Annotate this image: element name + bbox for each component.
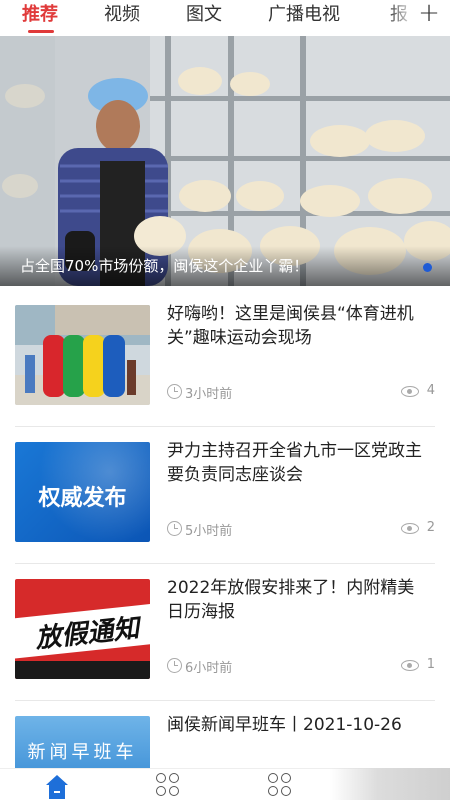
carousel-indicator xyxy=(423,263,432,272)
news-views: 2 xyxy=(426,520,435,535)
eye-icon xyxy=(401,660,419,671)
hero-banner[interactable]: 占全国70%市场份额，闽侯这个企业丫霸！ xyxy=(0,36,450,286)
channel-tab-bar: 推荐 视频 图文 广播电视 报 + xyxy=(0,0,450,34)
clock-icon xyxy=(167,658,182,673)
news-title: 闽侯新闻早班车丨2021-10-26 xyxy=(167,715,402,735)
clock-icon xyxy=(167,384,182,399)
tab-broadcast-tv[interactable]: 广播电视 xyxy=(268,2,340,28)
news-title: 好嗨哟！这里是闽侯县“体育进机关”趣味运动会现场 xyxy=(167,304,414,348)
grid-icon xyxy=(156,773,180,797)
news-views: 1 xyxy=(426,657,435,672)
eye-icon xyxy=(401,386,419,397)
nav-discover[interactable] xyxy=(268,773,296,800)
nav-home[interactable] xyxy=(44,773,72,800)
news-meta: 3小时前 4 xyxy=(167,382,435,402)
active-tab-indicator xyxy=(28,30,54,33)
thumbnail-text: 放假通知 xyxy=(33,613,141,655)
grid-icon xyxy=(268,773,292,797)
news-title: 尹力主持召开全省九市一区党政主要负责同志座谈会 xyxy=(167,441,422,485)
thumbnail-text: 新闻早班车 xyxy=(27,742,138,763)
news-time: 5小时前 xyxy=(185,524,233,539)
add-channel-button[interactable]: + xyxy=(416,0,442,30)
tab-fade xyxy=(386,0,416,34)
news-views: 4 xyxy=(426,383,435,398)
tab-graphic[interactable]: 图文 xyxy=(186,2,222,28)
news-thumbnail xyxy=(15,305,150,405)
news-item[interactable]: 好嗨哟！这里是闽侯县“体育进机关”趣味运动会现场 3小时前 4 xyxy=(15,290,435,427)
clock-icon xyxy=(167,521,182,536)
bottom-corner-overlay xyxy=(330,768,450,800)
news-thumbnail: 权威发布 xyxy=(15,442,150,542)
tab-recommend[interactable]: 推荐 xyxy=(22,2,58,28)
eye-icon xyxy=(401,523,419,534)
tab-video[interactable]: 视频 xyxy=(104,2,140,28)
news-time: 3小时前 xyxy=(185,387,233,402)
news-item[interactable]: 权威发布 尹力主持召开全省九市一区党政主要负责同志座谈会 5小时前 2 xyxy=(15,427,435,564)
news-item[interactable]: 放假通知 2022年放假安排来了！内附精美日历海报 6小时前 1 xyxy=(15,564,435,701)
news-meta: 6小时前 1 xyxy=(167,656,435,676)
news-title: 2022年放假安排来了！内附精美日历海报 xyxy=(167,578,415,622)
news-thumbnail: 放假通知 xyxy=(15,579,150,679)
news-time: 6小时前 xyxy=(185,661,233,676)
nav-services[interactable] xyxy=(156,773,184,800)
home-icon xyxy=(46,775,68,799)
hero-caption-bar: 占全国70%市场份额，闽侯这个企业丫霸！ xyxy=(0,246,450,286)
thumbnail-text: 权威发布 xyxy=(38,486,127,511)
news-meta: 5小时前 2 xyxy=(167,519,435,539)
hero-caption: 占全国70%市场份额，闽侯这个企业丫霸！ xyxy=(20,257,309,275)
